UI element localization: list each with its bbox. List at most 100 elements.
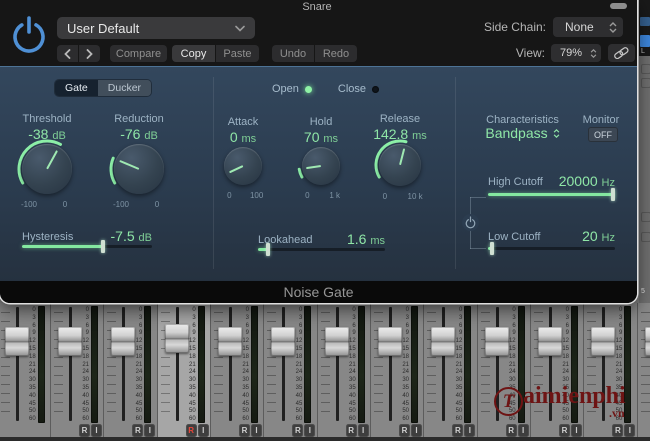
strip-button-row: RI	[345, 424, 369, 437]
input-monitor-button[interactable]: I	[251, 424, 263, 437]
side-chain-value: None	[565, 20, 594, 34]
record-enable-button[interactable]: R	[612, 424, 624, 437]
side-square-4	[641, 232, 650, 242]
hysteresis-value[interactable]: -7.5 dB	[22, 228, 152, 244]
threshold-knob[interactable]	[22, 144, 72, 194]
hysteresis-slider-handle[interactable]	[100, 240, 105, 253]
filter-bracket-bottom	[470, 248, 486, 249]
preset-prev-button[interactable]	[57, 45, 78, 62]
record-enable-button[interactable]: R	[505, 424, 517, 437]
hold-label: Hold	[309, 116, 333, 128]
undo-button[interactable]: Undo	[272, 45, 314, 62]
screenshot-root: 0 3 6 9 12 15 18 21 24 30 35 40 45 50 60 0 3 6 9 12 15 18 21 24…	[0, 0, 650, 441]
filter-bracket-top	[470, 197, 486, 198]
preset-dropdown[interactable]: User Default	[57, 17, 255, 39]
input-monitor-button[interactable]: I	[197, 424, 209, 437]
input-monitor-button[interactable]: I	[517, 424, 529, 437]
input-monitor-button[interactable]: I	[411, 424, 422, 437]
input-monitor-button[interactable]: I	[144, 424, 156, 437]
view-zoom-stepper[interactable]: 79%	[551, 44, 601, 62]
hysteresis-slider-fill	[22, 245, 103, 248]
low-cutoff-slider-track[interactable]	[488, 247, 615, 250]
input-monitor-button[interactable]: I	[464, 424, 476, 437]
paste-button[interactable]: Paste	[216, 45, 259, 62]
release-max-label: 10 k	[407, 192, 423, 201]
record-enable-button[interactable]: R	[79, 424, 91, 437]
view-label: View:	[515, 46, 545, 60]
watermark-tld: .vn	[609, 406, 625, 420]
redo-button[interactable]: Redo	[315, 45, 357, 62]
fader-scale: 0 3 6 9 12 15 18 21 24 30 35 40 45 50 60	[242, 307, 250, 423]
level-meter	[357, 306, 365, 423]
record-enable-button[interactable]: R	[559, 424, 570, 437]
fader-slot	[229, 307, 233, 421]
record-enable-button[interactable]: R	[345, 424, 357, 437]
mode-segmented-control: Gate Ducker	[55, 80, 152, 96]
reduction-needle	[119, 159, 140, 170]
plugin-name: Noise Gate	[283, 284, 354, 300]
record-enable-button[interactable]: R	[132, 424, 144, 437]
strip-button-row: RI	[79, 424, 103, 437]
high-cutoff-value[interactable]: 20000 Hz	[488, 173, 615, 189]
lookahead-slider-handle[interactable]	[266, 243, 271, 256]
input-monitor-button[interactable]: I	[91, 424, 103, 437]
attack-max-label: 100	[249, 191, 264, 200]
tab-ducker[interactable]: Ducker	[97, 80, 152, 96]
release-knob[interactable]	[379, 144, 421, 186]
fader-scale: 0 3 6 9 12 15 18 21 24 30 35 40 45 50 60	[455, 307, 463, 423]
monitor-off-button[interactable]: OFF	[588, 127, 618, 142]
characteristics-selector[interactable]: Bandpass	[455, 125, 590, 141]
input-monitor-button[interactable]: I	[357, 424, 369, 437]
record-enable-button[interactable]: R	[292, 424, 304, 437]
fader-scale: 0 3 6 9 12 15 18 21 24 30 35 40 45 50 60	[189, 307, 196, 423]
input-monitor-button[interactable]: I	[571, 424, 582, 437]
channel-strip-1: 0 3 6 9 12 15 18 21 24 30 35 40 45 50 60	[0, 303, 51, 441]
hold-knob[interactable]	[302, 147, 340, 185]
filter-power-button[interactable]	[462, 214, 479, 231]
input-monitor-button[interactable]: I	[624, 424, 636, 437]
link-button[interactable]	[608, 44, 635, 62]
record-enable-button[interactable]: R	[239, 424, 251, 437]
level-meter	[464, 306, 472, 423]
reduction-knob[interactable]	[114, 144, 164, 194]
record-enable-button[interactable]: R	[452, 424, 464, 437]
fader-slot	[389, 307, 392, 421]
side-label-number: 5	[641, 288, 645, 295]
attack-knob[interactable]	[224, 147, 262, 185]
lookahead-value[interactable]: 1.6 ms	[258, 231, 385, 247]
record-enable-button[interactable]: R	[185, 424, 197, 437]
record-enable-button[interactable]: R	[399, 424, 410, 437]
channel-strip-7: 0 3 6 9 12 15 18 21 24 30 35 40 45 50 60 R I	[316, 303, 371, 441]
lookahead-slider-track[interactable]	[258, 248, 385, 251]
high-cutoff-slider-fill	[488, 193, 615, 196]
preset-next-button[interactable]	[79, 45, 100, 62]
fader-scale: 0 3 6 9 12 15 18 21 24 30 35 40 45 50 60	[348, 307, 356, 423]
window-resize-pill	[610, 3, 627, 9]
side-blue-chip	[640, 17, 650, 26]
side-chain-dropdown[interactable]: None	[553, 17, 623, 37]
plugin-window-title: Snare	[302, 1, 332, 13]
power-icon	[465, 216, 476, 229]
compare-button[interactable]: Compare	[110, 45, 167, 62]
threshold-needle	[46, 150, 58, 170]
side-blue-button[interactable]	[640, 35, 650, 47]
tab-gate[interactable]: Gate	[55, 80, 98, 96]
copy-button[interactable]: Copy	[172, 45, 215, 62]
view-value: 79%	[560, 47, 583, 59]
level-meter	[91, 306, 99, 423]
plugin-name-bar: Noise Gate	[0, 281, 637, 303]
preset-value: User Default	[67, 20, 140, 36]
chevron-updown-icon	[609, 21, 617, 33]
close-indicator-led	[372, 85, 380, 93]
channel-strip-4: 0 3 6 9 12 15 18 21 24 30 35 40 45 50 60 R I	[156, 303, 211, 441]
attack-min-label: 0	[227, 191, 232, 200]
input-monitor-button[interactable]: I	[304, 424, 316, 437]
attack-value[interactable]: 0 ms	[198, 129, 288, 145]
low-cutoff-slider-handle[interactable]	[489, 242, 494, 255]
plugin-power-button[interactable]	[9, 13, 49, 57]
high-cutoff-slider-handle[interactable]	[611, 188, 615, 201]
close-indicator-label: Close	[337, 83, 367, 95]
fader-cap[interactable]	[644, 327, 650, 356]
side-chain-label: Side Chain:	[483, 20, 546, 34]
low-cutoff-value[interactable]: 20 Hz	[488, 228, 615, 244]
